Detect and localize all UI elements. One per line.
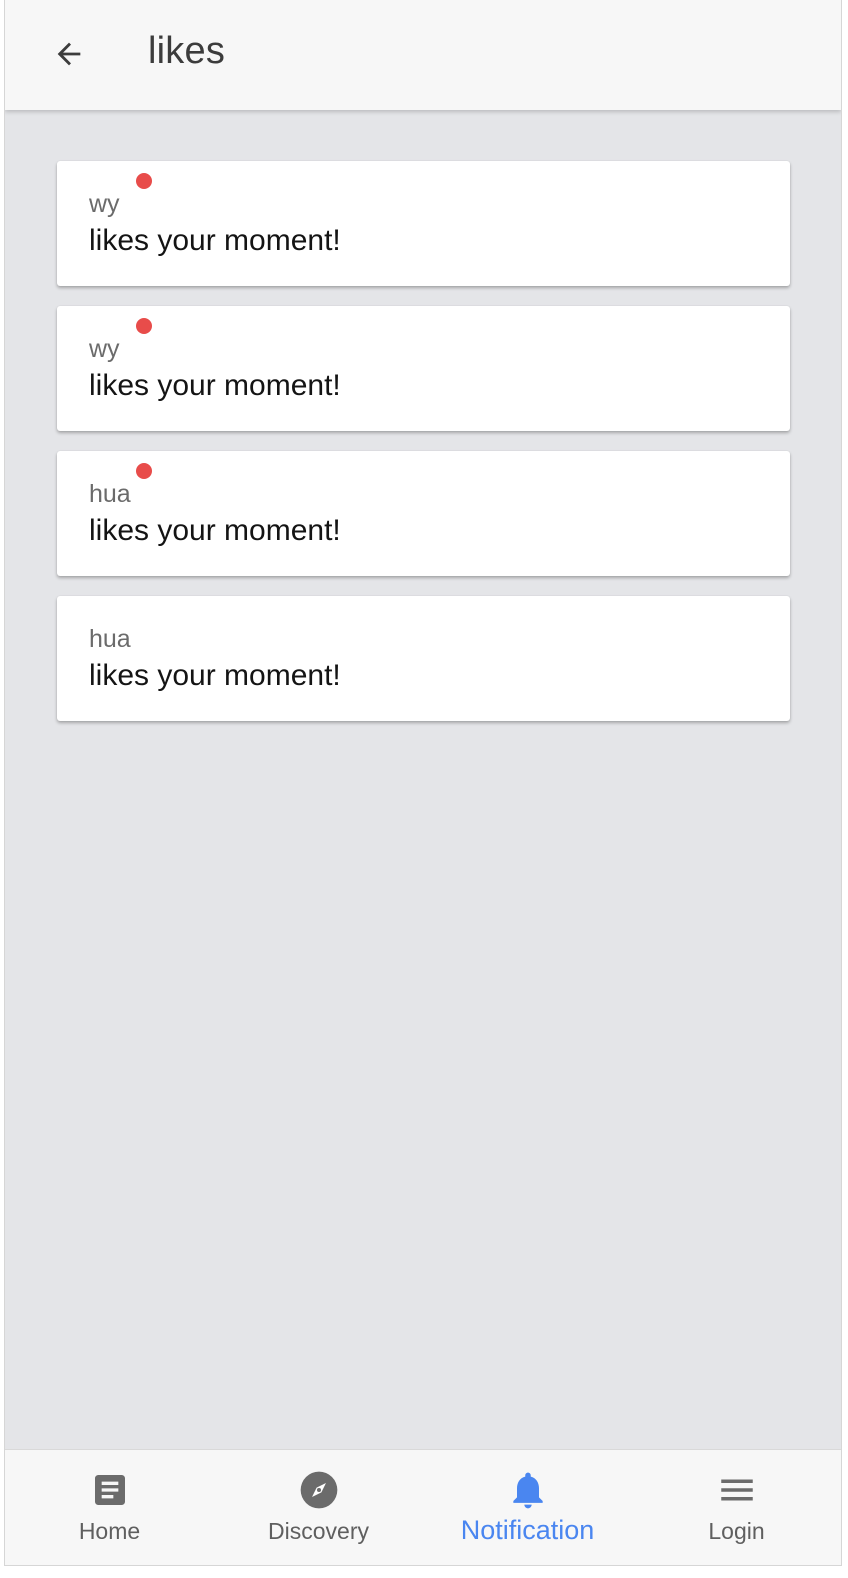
notification-user: hua	[89, 625, 131, 653]
notification-message: likes your moment!	[89, 659, 341, 692]
page-title: likes	[148, 30, 226, 72]
list-item[interactable]: wy likes your moment!	[57, 306, 790, 431]
nav-item-discovery[interactable]: Discovery	[214, 1450, 423, 1565]
notification-message: likes your moment!	[89, 224, 341, 257]
nav-item-login[interactable]: Login	[632, 1450, 841, 1565]
unread-dot	[136, 173, 152, 189]
arrow-left-icon	[57, 42, 81, 66]
unread-dot	[136, 318, 152, 334]
notification-list: wy likes your moment! wy likes your mome…	[57, 161, 790, 741]
notification-user: wy	[89, 335, 120, 363]
app-frame: likes wy likes your moment! wy likes you…	[4, 0, 842, 1566]
bell-icon	[512, 1472, 543, 1509]
notification-message: likes your moment!	[89, 369, 341, 402]
nav-label-notification: Notification	[460, 1515, 595, 1545]
menu-icon	[720, 1479, 753, 1501]
notification-user: hua	[89, 480, 131, 508]
unread-dot	[136, 463, 152, 479]
nav-label-home: Home	[78, 1518, 141, 1544]
notification-user: wy	[89, 190, 120, 218]
list-item[interactable]: hua likes your moment!	[57, 596, 790, 721]
app-bar: likes	[5, 0, 841, 110]
article-icon	[94, 1475, 125, 1505]
nav-label-discovery: Discovery	[268, 1518, 369, 1544]
bottom-navigation: Home Discovery Notification Login	[5, 1449, 841, 1565]
list-item[interactable]: hua likes your moment!	[57, 451, 790, 576]
notification-message: likes your moment!	[89, 514, 341, 547]
nav-item-notification[interactable]: Notification	[423, 1450, 632, 1565]
compass-icon	[300, 1471, 337, 1509]
list-item[interactable]: wy likes your moment!	[57, 161, 790, 286]
back-button[interactable]	[41, 28, 97, 80]
nav-item-home[interactable]: Home	[5, 1450, 214, 1565]
nav-label-login: Login	[708, 1518, 765, 1544]
